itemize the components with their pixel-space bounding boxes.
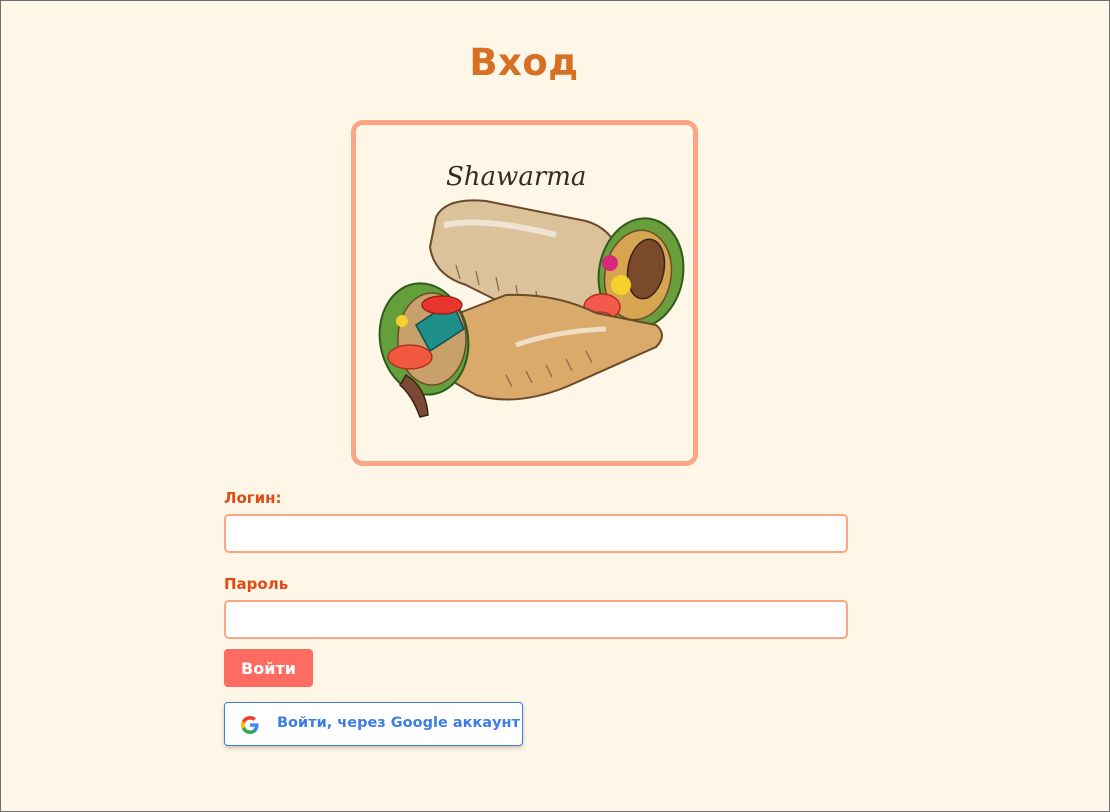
password-input[interactable] [224,600,848,639]
google-icon [241,716,259,734]
logo-text: Shawarma [446,162,586,192]
login-button[interactable]: Войти [224,649,313,687]
logo-image-frame: Shawarma [351,120,698,466]
page-title: Вход [469,41,579,84]
login-label: Логин: [224,489,282,507]
login-input[interactable] [224,514,848,553]
google-login-label: Войти, через Google аккаунт [277,715,520,731]
password-label: Пароль [224,575,289,593]
shawarma-illustration: Shawarma [378,162,685,418]
google-login-button[interactable]: Войти, через Google аккаунт [224,702,523,746]
